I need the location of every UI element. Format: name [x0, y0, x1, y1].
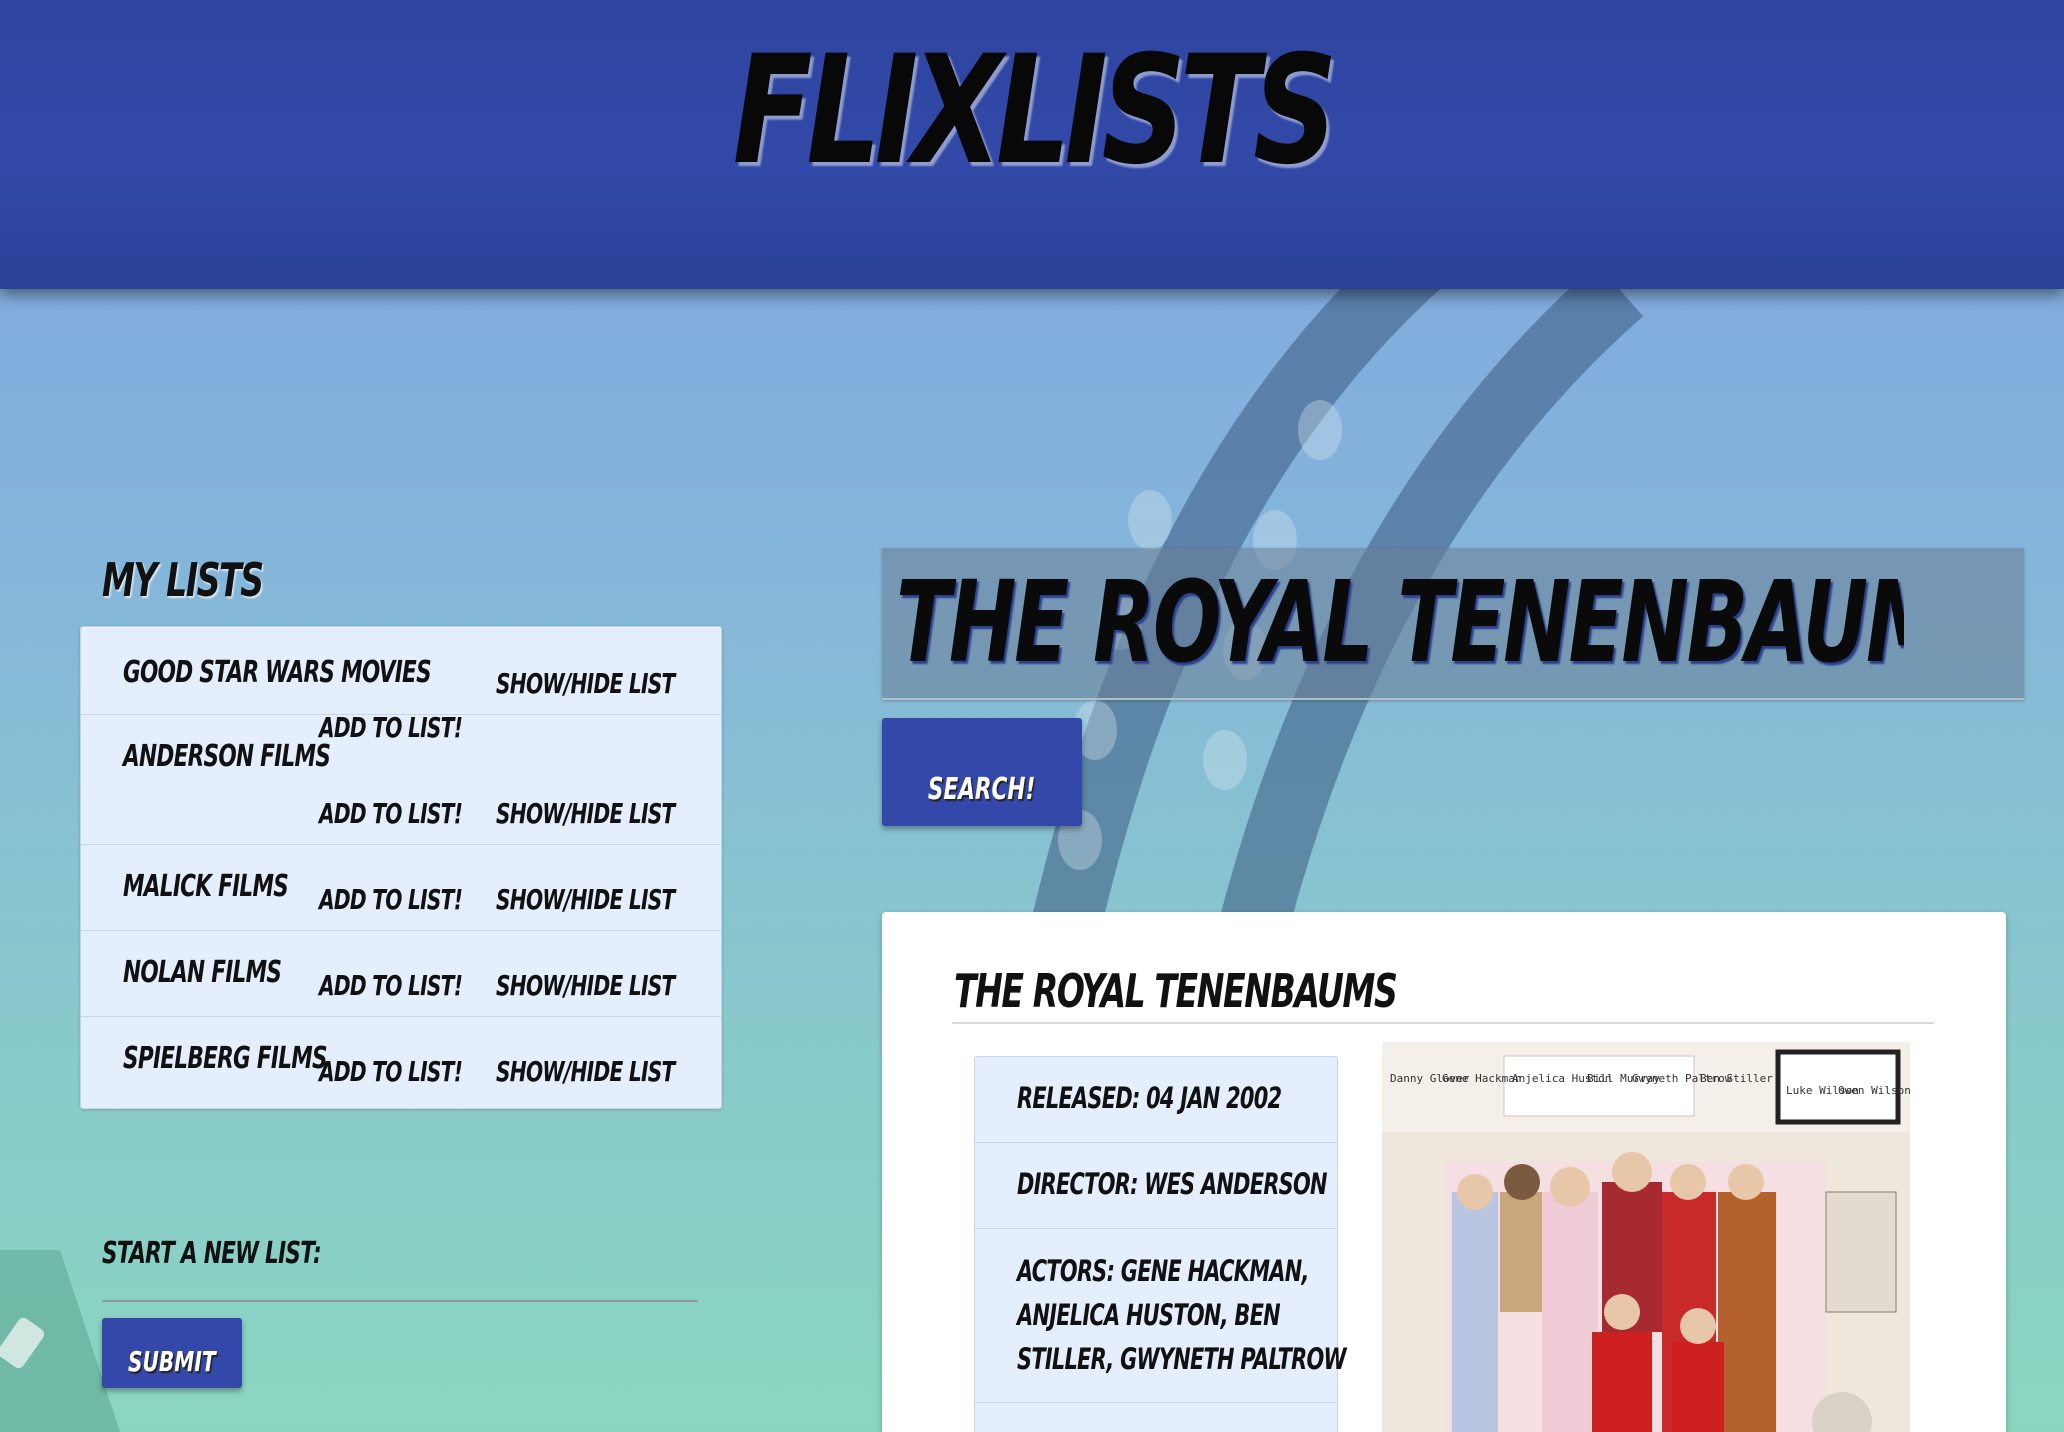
add-to-list-button[interactable]: ADD TO LIST! [319, 797, 463, 830]
add-to-list-button[interactable]: ADD TO LIST! [319, 969, 463, 1002]
director-row: DIRECTOR: WES ANDERSON [975, 1143, 1337, 1229]
movie-info-panel: RELEASED: 04 JAN 2002 DIRECTOR: WES ANDE… [974, 1056, 1347, 1432]
show-hide-list-button[interactable]: SHOW/HIDE LIST [496, 969, 675, 1002]
list-item: GOOD STAR WARS MOVIES SHOW/HIDE LIST [81, 627, 721, 715]
new-list-input[interactable] [102, 1262, 698, 1302]
movie-title: THE ROYAL TENENBAUMS [954, 964, 1398, 1018]
info-row-empty [975, 1403, 1337, 1432]
show-hide-list-button[interactable]: SHOW/HIDE LIST [496, 667, 675, 700]
submit-button[interactable]: SUBMIT [102, 1318, 242, 1388]
actors-line: ANJELICA HUSTON, BEN [1017, 1298, 1281, 1332]
search-input[interactable] [896, 558, 1904, 688]
director-text: DIRECTOR: WES ANDERSON [1017, 1167, 1328, 1201]
movie-poster: Danny Glover Gene Hackman Anjelica Husto… [1382, 1042, 1910, 1432]
list-name[interactable]: MALICK FILMS [123, 865, 289, 909]
app-header: FLIXLISTS [0, 0, 2064, 289]
actors-text: ACTORS: GENE HACKMAN, ANJELICA HUSTON, B… [1017, 1249, 1437, 1381]
divider [952, 1022, 1934, 1024]
released-row: RELEASED: 04 JAN 2002 [975, 1057, 1337, 1143]
list-name[interactable]: SPIELBERG FILMS [123, 1037, 328, 1081]
list-name[interactable]: NOLAN FILMS [123, 951, 282, 995]
show-hide-list-button[interactable]: SHOW/HIDE LIST [496, 883, 675, 916]
app-logo: FLIXLISTS [732, 24, 1338, 198]
list-item: MALICK FILMS ADD TO LIST! SHOW/HIDE LIST [81, 845, 721, 931]
lists-panel: GOOD STAR WARS MOVIES SHOW/HIDE LIST AND… [80, 626, 722, 1109]
list-item: ANDERSON FILMS ADD TO LIST! ADD TO LIST!… [81, 711, 721, 845]
list-name[interactable]: GOOD STAR WARS MOVIES [123, 651, 432, 695]
list-item: NOLAN FILMS ADD TO LIST! SHOW/HIDE LIST [81, 931, 721, 1017]
search-box [882, 548, 2024, 700]
search-button-label: SEARCH! [928, 771, 1036, 807]
show-hide-list-button[interactable]: SHOW/HIDE LIST [496, 1055, 675, 1088]
list-name[interactable]: ANDERSON FILMS [123, 735, 331, 779]
my-lists-title: MY LISTS [102, 553, 264, 607]
actors-line: STILLER, GWYNETH PALTROW [1017, 1342, 1347, 1376]
poster-image: Danny Glover Gene Hackman Anjelica Husto… [1382, 1042, 1910, 1432]
released-text: RELEASED: 04 JAN 2002 [1017, 1081, 1282, 1115]
poster-cast-name: Ben Stiller [1700, 1072, 1773, 1085]
actors-line: ACTORS: GENE HACKMAN, [1017, 1254, 1309, 1288]
actors-row: ACTORS: GENE HACKMAN, ANJELICA HUSTON, B… [975, 1229, 1347, 1403]
add-to-list-button[interactable]: ADD TO LIST! [319, 711, 463, 744]
movie-result-card: THE ROYAL TENENBAUMS RELEASED: 04 JAN 20… [882, 912, 2006, 1432]
search-button[interactable]: SEARCH! [882, 718, 1082, 826]
add-to-list-button[interactable]: ADD TO LIST! [319, 883, 463, 916]
poster-cast-name: Owen Wilson [1838, 1084, 1910, 1097]
list-item: SPIELBERG FILMS ADD TO LIST! SHOW/HIDE L… [81, 1017, 721, 1109]
show-hide-list-button[interactable]: SHOW/HIDE LIST [496, 797, 675, 830]
poster-cast-name: Gene Hackman [1442, 1072, 1521, 1085]
submit-button-label: SUBMIT [128, 1344, 216, 1378]
add-to-list-button[interactable]: ADD TO LIST! [319, 1055, 463, 1088]
